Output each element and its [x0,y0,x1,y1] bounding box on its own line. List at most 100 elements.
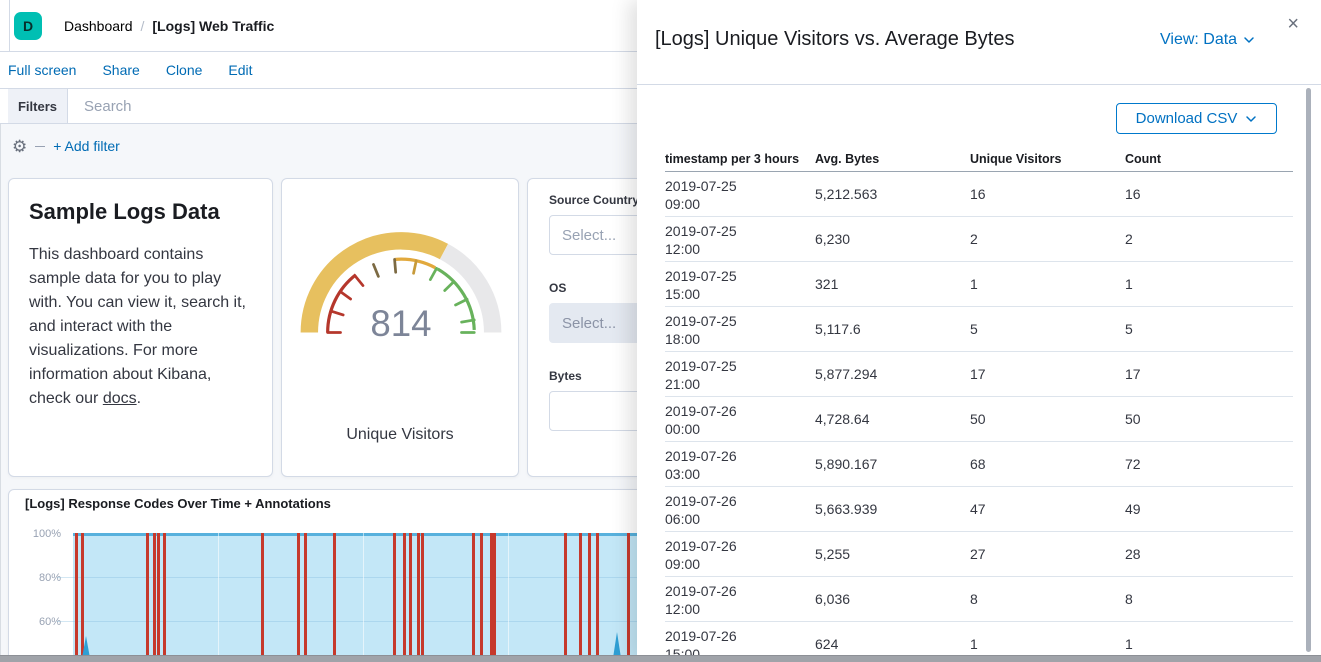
cell-count: 5 [1125,321,1133,337]
breadcrumb-separator: / [141,18,145,34]
cell-count: 16 [1125,186,1141,202]
download-csv-button[interactable]: Download CSV [1116,103,1277,134]
gauge-value: 814 [370,303,431,344]
chevron-down-icon [1243,34,1255,46]
view-data-label: View: Data [1160,31,1237,49]
gear-icon[interactable]: ⚙ [12,138,27,155]
response-codes-title: [Logs] Response Codes Over Time + Annota… [25,496,331,511]
full-screen-button[interactable]: Full screen [8,62,76,78]
cell-count: 50 [1125,411,1141,427]
cell-unique-visitors: 8 [970,591,978,607]
cell-timestamp: 2019-07-26 03:00 [665,447,737,483]
chevron-down-icon [1245,113,1257,125]
cell-unique-visitors: 2 [970,231,978,247]
table-row: 2019-07-26 03:00 5,890.167 68 72 [665,442,1293,487]
cell-date: 2019-07-25 [665,267,737,285]
cell-time: 09:00 [665,195,737,213]
add-filter-button[interactable]: + Add filter [53,138,120,154]
table-body: 2019-07-25 09:00 5,212.563 16 16 2019-07… [665,172,1293,662]
docs-link[interactable]: docs [103,390,137,407]
breadcrumb-dashboard[interactable]: Dashboard [64,18,133,34]
filters-tab[interactable]: Filters [8,89,68,123]
col-header-avg-bytes: Avg. Bytes [815,152,879,166]
cell-timestamp: 2019-07-25 18:00 [665,312,737,348]
cell-timestamp: 2019-07-26 06:00 [665,492,737,528]
horizontal-scrollbar[interactable] [0,655,1321,662]
cell-timestamp: 2019-07-26 00:00 [665,402,737,438]
table-row: 2019-07-25 09:00 5,212.563 16 16 [665,172,1293,217]
cell-unique-visitors: 50 [970,411,986,427]
ytick-60: 60% [23,616,61,628]
flyout-scrollbar[interactable] [1306,88,1311,652]
ytick-80: 80% [23,572,61,584]
cell-avg-bytes: 624 [815,636,838,652]
sample-logs-text: This dashboard contains sample data for … [29,246,246,407]
view-data-dropdown[interactable]: View: Data [1160,31,1255,49]
cell-count: 1 [1125,276,1133,292]
sample-logs-description: This dashboard contains sample data for … [29,243,257,411]
cell-date: 2019-07-25 [665,177,737,195]
cell-avg-bytes: 5,890.167 [815,456,877,472]
table-row: 2019-07-26 00:00 4,728.64 50 50 [665,397,1293,442]
cell-date: 2019-07-25 [665,312,737,330]
cell-unique-visitors: 27 [970,546,986,562]
clone-button[interactable]: Clone [166,62,203,78]
cell-date: 2019-07-26 [665,582,737,600]
cell-date: 2019-07-25 [665,357,737,375]
cell-avg-bytes: 321 [815,276,838,292]
panel-unique-visitors-gauge: 814 Unique Visitors [281,178,519,477]
cell-unique-visitors: 5 [970,321,978,337]
nav-edge-divider [9,0,10,52]
close-icon[interactable]: × [1287,14,1299,34]
col-header-unique-visitors: Unique Visitors [970,152,1061,166]
edit-button[interactable]: Edit [228,62,252,78]
cell-avg-bytes: 5,663.939 [815,501,877,517]
cell-unique-visitors: 1 [970,276,978,292]
gauge-label: Unique Visitors [282,426,518,444]
sample-logs-text-end: . [137,390,141,407]
download-csv-label: Download CSV [1136,110,1238,127]
cell-date: 2019-07-26 [665,492,737,510]
panel-sample-logs-data: Sample Logs Data This dashboard contains… [8,178,273,477]
breadcrumb: Dashboard / [Logs] Web Traffic [64,0,274,52]
space-avatar[interactable]: D [14,12,42,40]
col-header-timestamp: timestamp per 3 hours [665,152,799,166]
cell-time: 15:00 [665,285,737,303]
cell-timestamp: 2019-07-26 12:00 [665,582,737,618]
cell-timestamp: 2019-07-25 21:00 [665,357,737,393]
cell-count: 72 [1125,456,1141,472]
cell-count: 2 [1125,231,1133,247]
cell-date: 2019-07-26 [665,537,737,555]
ytick-100: 100% [23,528,61,540]
col-header-count: Count [1125,152,1161,166]
cell-avg-bytes: 5,212.563 [815,186,877,202]
cell-date: 2019-07-26 [665,402,737,420]
cell-date: 2019-07-25 [665,222,737,240]
cell-date: 2019-07-26 [665,447,737,465]
data-table: timestamp per 3 hours Avg. Bytes Unique … [665,150,1293,662]
cell-avg-bytes: 5,877.294 [815,366,877,382]
cell-unique-visitors: 47 [970,501,986,517]
cell-timestamp: 2019-07-26 09:00 [665,537,737,573]
cell-time: 00:00 [665,420,737,438]
table-row: 2019-07-25 18:00 5,117.6 5 5 [665,307,1293,352]
cell-time: 12:00 [665,600,737,618]
cell-timestamp: 2019-07-25 15:00 [665,267,737,303]
breadcrumb-current-page: [Logs] Web Traffic [152,18,274,34]
cell-avg-bytes: 6,230 [815,231,850,247]
cell-avg-bytes: 4,728.64 [815,411,870,427]
gauge-visualization: 814 [291,219,511,369]
cell-count: 8 [1125,591,1133,607]
share-button[interactable]: Share [102,62,139,78]
cell-time: 18:00 [665,330,737,348]
cell-timestamp: 2019-07-25 09:00 [665,177,737,213]
table-header-row: timestamp per 3 hours Avg. Bytes Unique … [665,150,1293,172]
cell-avg-bytes: 5,117.6 [815,321,861,337]
cell-time: 09:00 [665,555,737,573]
cell-unique-visitors: 68 [970,456,986,472]
cell-timestamp: 2019-07-25 12:00 [665,222,737,258]
cell-avg-bytes: 5,255 [815,546,850,562]
cell-avg-bytes: 6,036 [815,591,850,607]
sample-logs-title: Sample Logs Data [29,199,252,225]
cell-time: 21:00 [665,375,737,393]
